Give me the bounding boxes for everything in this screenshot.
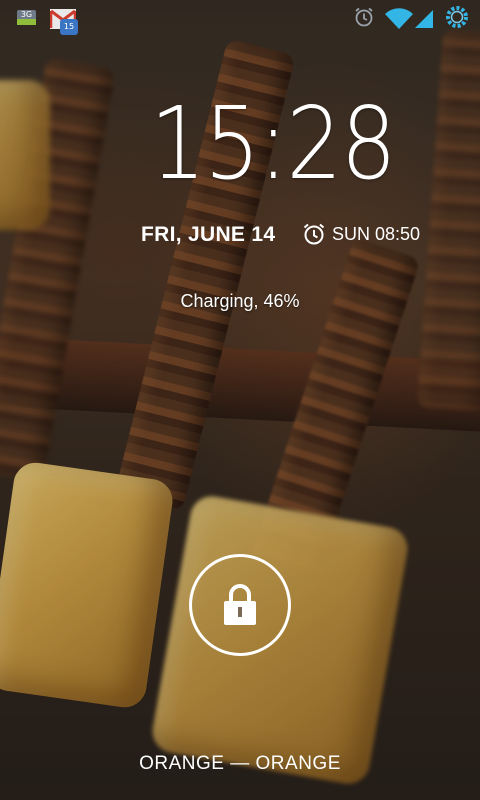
battery-charging-icon (446, 6, 468, 28)
carrier-label: ORANGE — ORANGE (139, 753, 341, 774)
gmail-count-badge: 15 (60, 19, 78, 35)
next-alarm-time: SUN 08:50 (332, 224, 421, 244)
gmail-icon: 15 (49, 9, 78, 35)
alarm-icon (303, 223, 325, 245)
lockscreen-clock: 15:28 (150, 85, 397, 202)
lockscreen-date: FRI, JUNE 14 (141, 223, 276, 246)
alarm-icon (355, 7, 373, 27)
status-bar[interactable]: 3G 15 (0, 0, 480, 38)
charging-status: Charging, 46% (180, 291, 300, 311)
padlock-icon (224, 584, 256, 625)
signal-icon (415, 10, 433, 28)
data-3g-notification-icon: 3G (17, 10, 36, 25)
unlock-handle[interactable] (189, 554, 291, 656)
wifi-icon (385, 8, 413, 30)
